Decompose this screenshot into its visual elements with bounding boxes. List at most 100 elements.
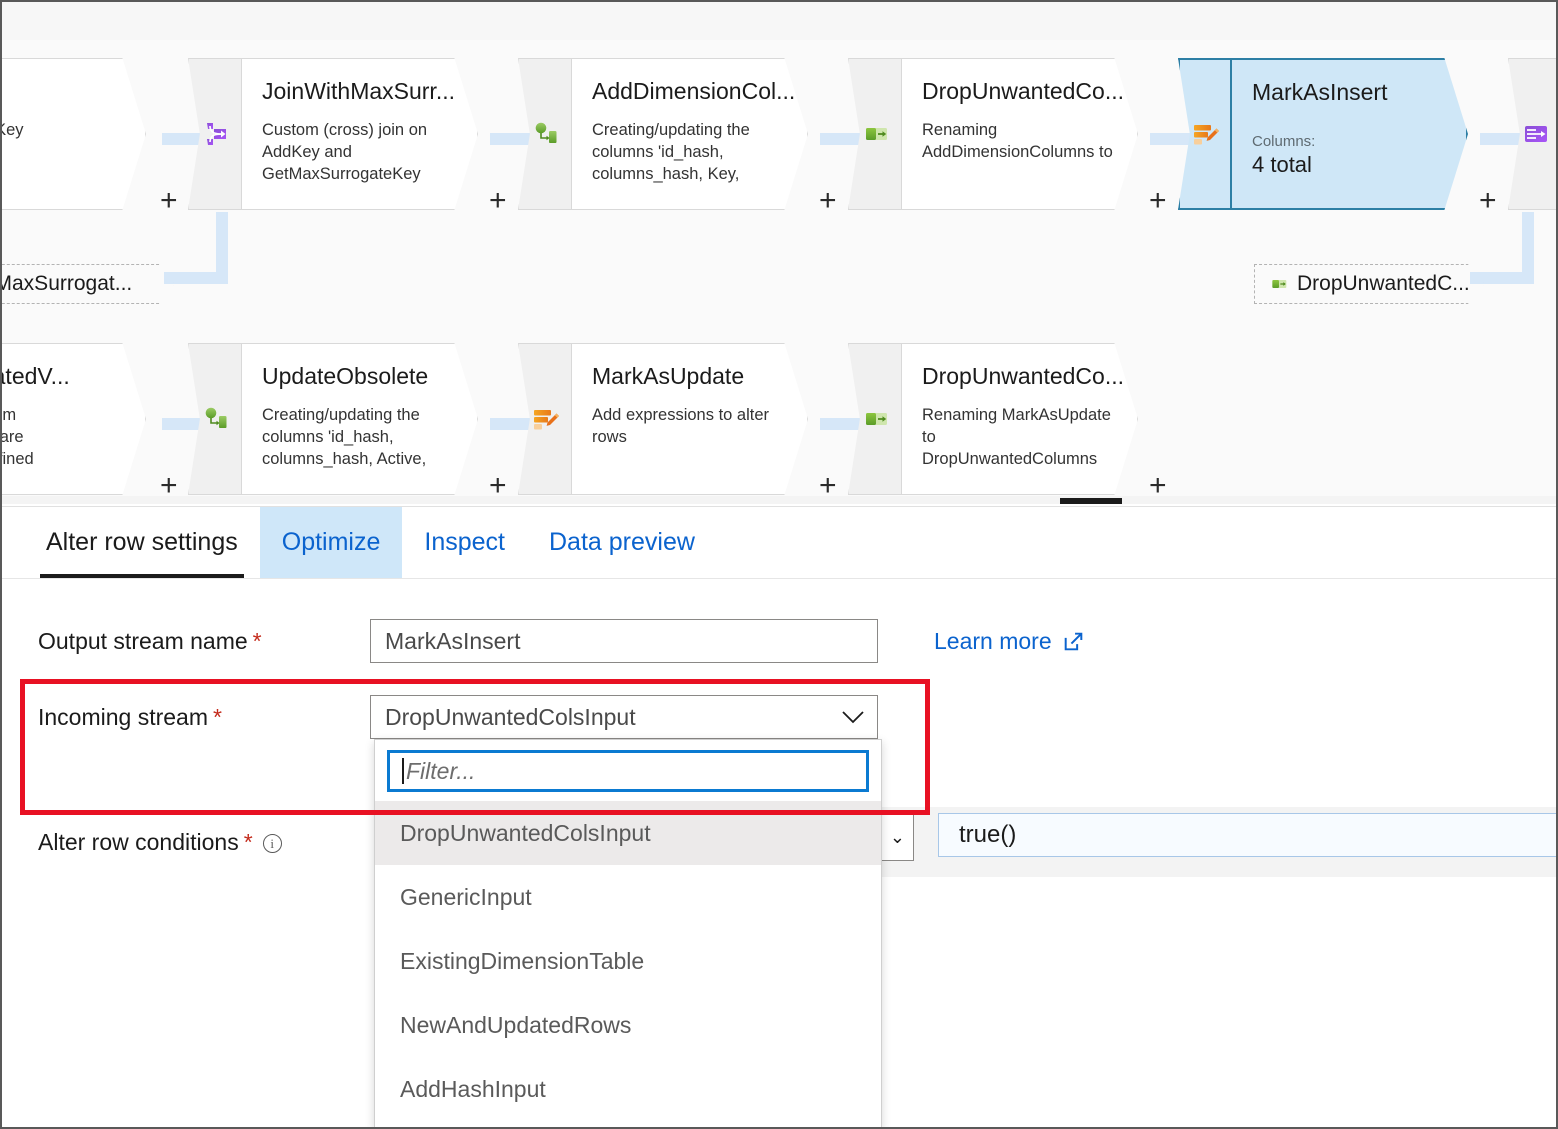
option-label: NewAndUpdatedRows	[400, 1011, 632, 1038]
dropdown-option-addhashinput[interactable]: AddHashInput	[375, 1057, 881, 1121]
tab-alter-row-settings[interactable]: Alter row settings	[24, 507, 260, 578]
select-icon	[861, 119, 891, 149]
node-columns-label: Columns:	[1252, 133, 1316, 150]
alter-row-condition-expression-input[interactable]: true()	[938, 813, 1556, 857]
add-node-plus-2[interactable]: +	[819, 186, 837, 216]
dataflow-node-updateobsolete[interactable]: UpdateObsolete Creating/updating the col…	[188, 343, 478, 495]
label-text: Output stream name	[38, 627, 248, 654]
node-description: Custom (cross) join on AddKey and GetMax…	[262, 121, 428, 183]
filter-placeholder: Filter...	[406, 757, 476, 784]
union-icon	[1521, 119, 1551, 149]
required-asterisk: *	[252, 627, 262, 654]
output-stream-name-row: Output stream name * MarkAsInsert Learn m…	[38, 619, 1518, 663]
scrollbar-thumb[interactable]	[1060, 498, 1122, 504]
join-icon-tab	[188, 58, 242, 210]
node-title: UpdateObsolete	[262, 363, 429, 389]
dropdown-filter-wrapper: Filter...	[375, 740, 881, 801]
dropdown-option-existingdimensiontable[interactable]: ExistingDimensionTable	[375, 929, 881, 993]
screenshot-root: ey new key Key from 1 +	[0, 0, 1558, 1129]
node-body[interactable]: ey new key Key from 1	[2, 58, 146, 210]
dataflow-node-addkey[interactable]: ey new key Key from 1	[2, 58, 146, 210]
node-title: DropUnwantedCo...	[922, 78, 1124, 104]
tab-label: Data preview	[549, 528, 695, 556]
incoming-stream-label: Incoming stream *	[38, 704, 370, 731]
dropdown-option-genericinput[interactable]: GenericInput	[375, 865, 881, 929]
node-title: DropUnwantedCo...	[922, 363, 1124, 389]
node-body[interactable]: MarkAsInsert Columns: 4 total	[1232, 58, 1468, 210]
incoming-stream-dropdown-popup[interactable]: Filter... DropUnwantedColsInput GenericI…	[374, 739, 882, 1127]
alter-row-conditions-row: Alter row conditions * i	[38, 829, 282, 856]
label-text: Alter row conditions	[38, 829, 239, 855]
tab-optimize[interactable]: Optimize	[259, 507, 403, 578]
node-description: Renaming MarkAsUpdate to DropUnwantedCol…	[922, 406, 1111, 468]
option-label: AddHashInput	[400, 1075, 546, 1102]
node-body[interactable]: UpdateObsolete Creating/updating the col…	[242, 343, 478, 495]
alter-row-conditions-label: Alter row conditions * i	[38, 829, 282, 856]
dropdown-filter-input[interactable]: Filter...	[387, 750, 869, 792]
dropdown-option-newandupdatedrows[interactable]: NewAndUpdatedRows	[375, 993, 881, 1057]
derived-column-icon	[531, 119, 561, 149]
alter-row-icon	[1190, 118, 1222, 150]
dataflow-node-dropunwantedcolumns-1[interactable]: DropUnwantedCo... Renaming AddDimensionC…	[848, 58, 1138, 210]
select-icon	[861, 404, 891, 434]
input-value: MarkAsInsert	[385, 627, 521, 654]
required-asterisk: *	[243, 829, 253, 855]
canvas-horizontal-scrollbar[interactable]	[2, 496, 1556, 504]
ghost-label: DropUnwantedC...	[1297, 272, 1470, 295]
learn-more-link[interactable]: Learn more	[934, 628, 1086, 655]
settings-tab-bar: Alter row settings Optimize Inspect Data…	[2, 507, 1556, 579]
info-icon[interactable]: i	[262, 834, 282, 854]
node-body[interactable]: MarkAsUpdate Add expressions to alter ro…	[572, 343, 808, 495]
node-description: g rows from ed which are g in undefined	[2, 406, 34, 468]
node-columns-value: 4 total	[1252, 152, 1312, 177]
connector-join-branch-horizontal	[164, 272, 228, 284]
option-label: GenericInput	[400, 883, 532, 910]
dataflow-node-lookupforupdatedversion[interactable]: orUpdatedV... g rows from ed which are g…	[2, 343, 146, 495]
union-icon-tab	[1508, 58, 1556, 210]
node-description: Add expressions to alter rows	[592, 406, 770, 446]
canvas-top-strip	[2, 2, 1556, 40]
dataflow-node-joinwithmaxsurrogatekey[interactable]: JoinWithMaxSurr... Custom (cross) join o…	[188, 58, 478, 210]
incoming-stream-row: Incoming stream * DropUnwantedColsInput	[38, 695, 1038, 739]
add-node-plus-1[interactable]: +	[489, 186, 507, 216]
node-title: AddDimensionCol...	[592, 78, 796, 104]
dataflow-node-markasupdate[interactable]: MarkAsUpdate Add expressions to alter ro…	[518, 343, 808, 495]
tab-inspect[interactable]: Inspect	[402, 507, 527, 578]
node-body[interactable]: DropUnwantedCo... Renaming AddDimensionC…	[902, 58, 1138, 210]
dataflow-node-adddimensioncolumns[interactable]: AddDimensionCol... Creating/updating the…	[518, 58, 808, 210]
node-body[interactable]: JoinWithMaxSurr... Custom (cross) join o…	[242, 58, 478, 210]
alter-row-condition-type-dropdown[interactable]: ⌄	[878, 813, 914, 861]
select-icon-tab	[848, 58, 902, 210]
node-title: MarkAsInsert	[1252, 79, 1388, 105]
incoming-stream-dropdown[interactable]: DropUnwantedColsInput	[370, 695, 878, 739]
chevron-down-icon: ⌄	[889, 826, 905, 847]
chevron-down-icon	[841, 710, 865, 725]
tab-data-preview[interactable]: Data preview	[527, 507, 717, 578]
node-title: MarkAsUpdate	[592, 363, 745, 389]
node-body[interactable]: DropUnwantedCo... Renaming MarkAsUpdate …	[902, 343, 1138, 495]
dataflow-node-markasinsert[interactable]: MarkAsInsert Columns: 4 total	[1178, 58, 1468, 210]
add-node-plus-0[interactable]: +	[160, 186, 178, 216]
ghost-node-dropunwantedcolumns[interactable]: DropUnwantedC...	[1254, 264, 1484, 304]
output-stream-name-input[interactable]: MarkAsInsert	[370, 619, 878, 663]
derived-column-icon-tab	[188, 343, 242, 495]
dropdown-value: DropUnwantedColsInput	[385, 703, 636, 730]
node-description: Creating/updating the columns 'id_hash, …	[592, 121, 750, 183]
dataflow-node-dropunwantedcolumns-2[interactable]: DropUnwantedCo... Renaming MarkAsUpdate …	[848, 343, 1138, 495]
dataflow-canvas[interactable]: ey new key Key from 1 +	[2, 2, 1556, 504]
add-node-plus-3[interactable]: +	[1149, 186, 1167, 216]
tab-label: Inspect	[424, 528, 505, 556]
select-icon	[1269, 274, 1289, 294]
ghost-node-getmaxsurrogatekey[interactable]: etMaxSurrogat...	[2, 264, 174, 304]
text-cursor	[402, 758, 404, 784]
dropdown-option-dropunwantedcolsinput[interactable]: DropUnwantedColsInput	[375, 801, 881, 865]
add-node-plus-4[interactable]: +	[1479, 186, 1497, 216]
dataflow-node-union[interactable]	[1508, 58, 1556, 210]
tab-label: Optimize	[281, 528, 381, 556]
node-title: ey	[2, 77, 123, 105]
select-icon-tab	[848, 343, 902, 495]
node-body[interactable]: AddDimensionCol... Creating/updating the…	[572, 58, 808, 210]
alter-row-icon-tab	[518, 343, 572, 495]
alter-row-icon	[530, 403, 562, 435]
node-body[interactable]: orUpdatedV... g rows from ed which are g…	[2, 343, 146, 495]
